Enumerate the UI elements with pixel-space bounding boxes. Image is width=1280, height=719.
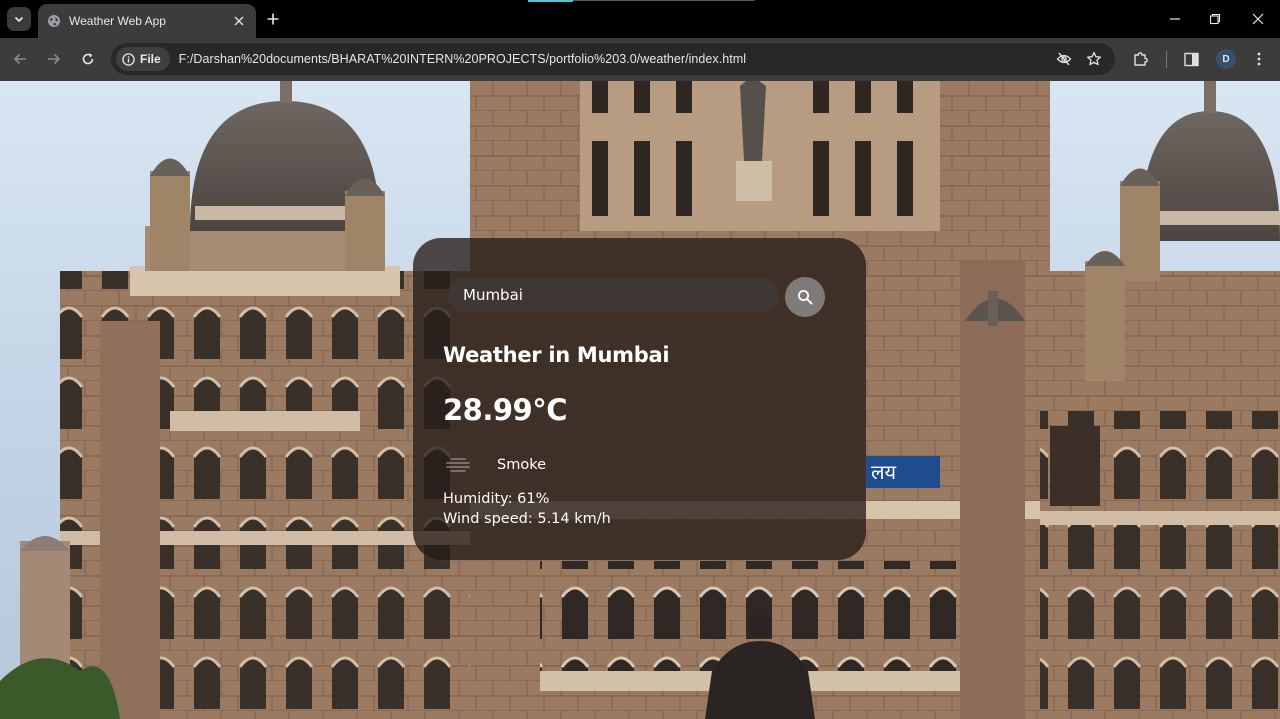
close-icon bbox=[1252, 13, 1264, 25]
condition-row: Smoke bbox=[443, 454, 546, 476]
info-icon bbox=[122, 52, 135, 66]
search-icon bbox=[798, 290, 813, 305]
profile-avatar[interactable]: D bbox=[1216, 49, 1236, 69]
site-chip-label: File bbox=[140, 52, 161, 66]
search-button[interactable] bbox=[785, 277, 825, 317]
weather-card: Weather in Mumbai 28.99°C Smoke Humidity… bbox=[413, 238, 866, 560]
minimize-icon bbox=[1170, 18, 1180, 20]
reload-button[interactable] bbox=[77, 48, 99, 70]
chevron-down-icon bbox=[14, 16, 24, 23]
city-heading: Weather in Mumbai bbox=[443, 343, 670, 367]
tab-weather-web-app[interactable]: Weather Web App bbox=[38, 4, 256, 38]
globe-icon bbox=[47, 14, 61, 28]
search-bar bbox=[448, 277, 828, 317]
browser-toolbar: File F:/Darshan%20documents/BHARAT%20INT… bbox=[0, 38, 1280, 81]
close-tab-icon[interactable] bbox=[230, 12, 248, 30]
address-bar[interactable]: File F:/Darshan%20documents/BHARAT%20INT… bbox=[111, 43, 1115, 75]
browser-menu-button[interactable] bbox=[1248, 48, 1270, 70]
back-button[interactable] bbox=[9, 48, 31, 70]
plus-icon bbox=[267, 13, 279, 25]
tab-search-button[interactable] bbox=[7, 7, 31, 31]
eye-off-icon[interactable] bbox=[1053, 48, 1075, 70]
forward-button[interactable] bbox=[43, 48, 65, 70]
condition-text: Smoke bbox=[497, 457, 547, 473]
haze-icon bbox=[443, 454, 493, 476]
reload-icon bbox=[82, 53, 94, 65]
side-panel-icon bbox=[1183, 52, 1199, 66]
new-tab-button[interactable] bbox=[262, 8, 284, 30]
tab-strip: Weather Web App bbox=[0, 0, 1280, 38]
building-sign-text: लय bbox=[871, 460, 897, 484]
weather-page: लय Weather in Mumbai 28. bbox=[0, 81, 1280, 719]
tab-divider bbox=[573, 0, 755, 1]
more-vertical-icon bbox=[1257, 52, 1261, 66]
restore-icon bbox=[1209, 13, 1221, 25]
tab-activity-indicator bbox=[528, 0, 573, 2]
site-info-chip[interactable]: File bbox=[116, 47, 170, 71]
bookmark-star-icon[interactable] bbox=[1083, 48, 1105, 70]
toolbar-divider bbox=[1166, 51, 1167, 68]
wind-speed-text: Wind speed: 5.14 km/h bbox=[443, 511, 611, 527]
temperature-value: 28.99°C bbox=[443, 393, 568, 427]
restore-button[interactable] bbox=[1204, 8, 1226, 30]
puzzle-icon bbox=[1134, 52, 1148, 66]
arrow-right-icon bbox=[48, 53, 61, 65]
extensions-button[interactable] bbox=[1130, 48, 1152, 70]
city-search-input[interactable] bbox=[448, 278, 779, 312]
url-text[interactable]: F:/Darshan%20documents/BHARAT%20INTERN%2… bbox=[179, 52, 746, 66]
side-panel-button[interactable] bbox=[1180, 48, 1202, 70]
close-window-button[interactable] bbox=[1247, 8, 1269, 30]
tab-title: Weather Web App bbox=[69, 14, 166, 28]
minimize-button[interactable] bbox=[1164, 8, 1186, 30]
arrow-left-icon bbox=[13, 53, 26, 65]
humidity-text: Humidity: 61% bbox=[443, 491, 550, 507]
